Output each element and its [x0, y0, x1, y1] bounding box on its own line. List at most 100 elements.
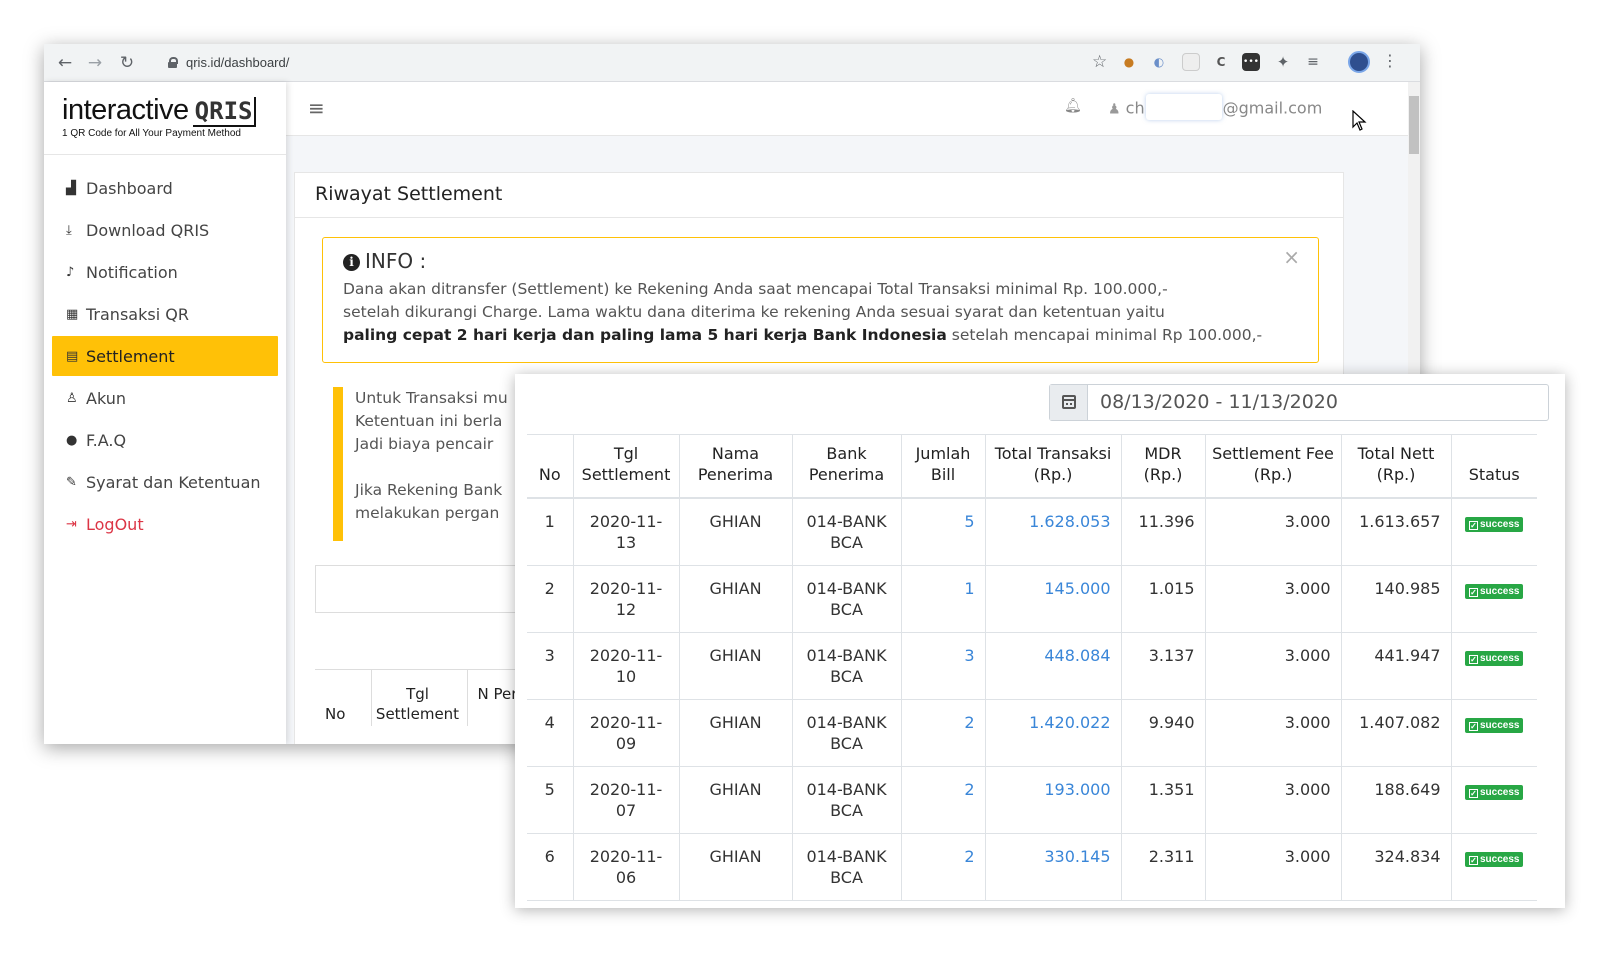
cell-bill[interactable]: 2 — [900, 766, 985, 834]
column-header-nama[interactable]: Nama Penerima — [678, 434, 792, 499]
status-text: success — [1480, 787, 1520, 798]
date-range-value[interactable]: 08/13/2020 - 11/13/2020 — [1088, 385, 1338, 420]
date-range-picker[interactable]: 08/13/2020 - 11/13/2020 — [1049, 384, 1549, 421]
calendar-button[interactable] — [1050, 385, 1088, 420]
extension-icon[interactable] — [1182, 53, 1200, 71]
cell-tgl: 2020-11-07 — [572, 766, 679, 834]
info-bold-text: paling cepat 2 hari kerja dan paling lam… — [343, 326, 947, 344]
cell-nett: 324.834 — [1340, 833, 1451, 901]
sidebar-item-logout[interactable]: ⇥ LogOut — [52, 504, 278, 544]
cell-total[interactable]: 330.145 — [984, 833, 1121, 901]
money-icon: ▤ — [66, 348, 79, 364]
kebab-menu-icon[interactable]: ⋮ — [1382, 51, 1398, 70]
sidebar-item-label: Syarat dan Ketentuan — [86, 472, 261, 492]
cell-total[interactable]: 1.628.053 — [984, 498, 1121, 566]
sidebar-item-settlement[interactable]: ▤ Settlement — [52, 336, 278, 376]
cell-bank: 014-BANK BCA — [791, 766, 901, 834]
cell-bill[interactable]: 2 — [900, 833, 985, 901]
sidebar-item-dashboard[interactable]: ▟ Dashboard — [52, 168, 278, 208]
cell-status: ✓ success — [1450, 565, 1537, 633]
sidebar-item-akun[interactable]: ♙ Akun — [52, 378, 278, 418]
divider — [295, 217, 1343, 218]
cell-bill[interactable]: 3 — [900, 632, 985, 700]
notification-bell-icon[interactable]: 🔔︎ — [1064, 98, 1082, 114]
extension-icon[interactable]: C — [1212, 53, 1230, 71]
info-line: setelah dikurangi Charge. Lama waktu dan… — [343, 303, 1165, 321]
cell-total[interactable]: 145.000 — [984, 565, 1121, 633]
table-row: 5 2020-11-07 GHIAN 014-BANK BCA 2 193.000 1.35… — [527, 766, 1537, 834]
column-header-tgl[interactable]: Tgl Settlement — [572, 434, 679, 499]
info-heading: INFO : — [365, 249, 427, 273]
sidebar-item-download-qris[interactable]: ⤓ Download QRIS — [52, 210, 278, 250]
hamburger-menu-icon[interactable]: ≡ — [308, 96, 325, 120]
cell-total[interactable]: 193.000 — [984, 766, 1121, 834]
bell-icon: ♪ — [66, 264, 75, 280]
logo[interactable]: interactive QRIS 1 QR Code for All Your P… — [62, 94, 257, 139]
media-control-icon[interactable]: ≡ — [1304, 53, 1322, 71]
cookie-extension-icon[interactable]: ● — [1120, 53, 1138, 71]
cell-nama: GHIAN — [678, 565, 792, 633]
extension-icon[interactable]: ◐ — [1150, 53, 1168, 71]
column-header-total[interactable]: Total Transaksi (Rp.) — [984, 434, 1121, 499]
cell-total[interactable]: 448.084 — [984, 632, 1121, 700]
cell-fee: 3.000 — [1204, 565, 1341, 633]
sidebar-item-syarat[interactable]: ✎ Syarat dan Ketentuan — [52, 462, 278, 502]
cell-mdr: 1.015 — [1120, 565, 1205, 633]
sidebar-item-transaksi-qr[interactable]: ▦ Transaksi QR — [52, 294, 278, 334]
cell-mdr: 1.351 — [1120, 766, 1205, 834]
cell-nett: 1.407.082 — [1340, 699, 1451, 767]
cell-fee: 3.000 — [1204, 632, 1341, 700]
status-badge: ✓ success — [1465, 517, 1524, 532]
user-email-suffix: @gmail.com — [1222, 98, 1323, 118]
cell-bank: 014-BANK BCA — [791, 632, 901, 700]
chat-icon: ● — [66, 432, 78, 448]
cell-status: ✓ success — [1450, 498, 1537, 566]
column-header-no[interactable]: No — [527, 434, 573, 499]
column-header: No — [325, 705, 346, 723]
settlement-table-panel: 08/13/2020 - 11/13/2020 No Tgl Settlemen… — [515, 374, 1565, 908]
user-menu[interactable]: ♟ ch @gmail.com — [1108, 94, 1323, 120]
cell-bill[interactable]: 1 — [900, 565, 985, 633]
sidebar: interactive QRIS 1 QR Code for All Your P… — [44, 82, 286, 744]
cell-tgl: 2020-11-12 — [572, 565, 679, 633]
logout-icon: ⇥ — [66, 516, 77, 532]
address-bar[interactable]: qris.id/dashboard/ — [156, 49, 1116, 77]
check-square-icon: ✓ — [1469, 521, 1478, 530]
close-icon[interactable]: × — [1283, 246, 1300, 269]
profile-avatar[interactable] — [1348, 51, 1370, 73]
status-badge: ✓ success — [1465, 584, 1524, 599]
scrollbar-thumb[interactable] — [1409, 96, 1419, 154]
cell-bill[interactable]: 5 — [900, 498, 985, 566]
column-header-fee[interactable]: Settlement Fee (Rp.) — [1204, 434, 1341, 499]
bookmark-star-icon[interactable]: ☆ — [1092, 52, 1107, 72]
column-header-nett[interactable]: Total Nett (Rp.) — [1340, 434, 1451, 499]
puzzle-extension-icon[interactable]: ✦ — [1274, 53, 1292, 71]
cell-mdr: 2.311 — [1120, 833, 1205, 901]
column-header-bill[interactable]: Jumlah Bill — [900, 434, 985, 499]
user-icon: ♙ — [66, 390, 78, 406]
sidebar-item-label: Transaksi QR — [86, 304, 189, 324]
divider — [44, 154, 286, 155]
edit-icon: ✎ — [66, 474, 77, 490]
status-text: success — [1480, 586, 1520, 597]
logo-text: interactive — [62, 94, 189, 126]
cell-fee: 3.000 — [1204, 699, 1341, 767]
column-header-mdr[interactable]: MDR (Rp.) — [1120, 434, 1205, 499]
cell-tgl: 2020-11-09 — [572, 699, 679, 767]
cell-no: 6 — [527, 833, 573, 901]
sidebar-item-notification[interactable]: ♪ Notification — [52, 252, 278, 292]
cell-total[interactable]: 1.420.022 — [984, 699, 1121, 767]
column-header-status[interactable]: Status — [1450, 434, 1537, 499]
sidebar-item-label: F.A.Q — [86, 430, 127, 450]
reload-icon[interactable]: ↻ — [116, 52, 138, 74]
table-row: 1 2020-11-13 GHIAN 014-BANK BCA 5 1.628.053 11… — [527, 498, 1537, 566]
extension-icon[interactable]: ••• — [1242, 53, 1260, 71]
column-header-bank[interactable]: Bank Penerima — [791, 434, 901, 499]
info-alert: i INFO : × Dana akan ditransfer (Settleme… — [322, 237, 1319, 363]
cell-nama: GHIAN — [678, 632, 792, 700]
forward-arrow-icon[interactable]: → — [84, 52, 106, 74]
cell-nett: 441.947 — [1340, 632, 1451, 700]
sidebar-item-faq[interactable]: ● F.A.Q — [52, 420, 278, 460]
back-arrow-icon[interactable]: ← — [54, 52, 76, 74]
cell-bill[interactable]: 2 — [900, 699, 985, 767]
